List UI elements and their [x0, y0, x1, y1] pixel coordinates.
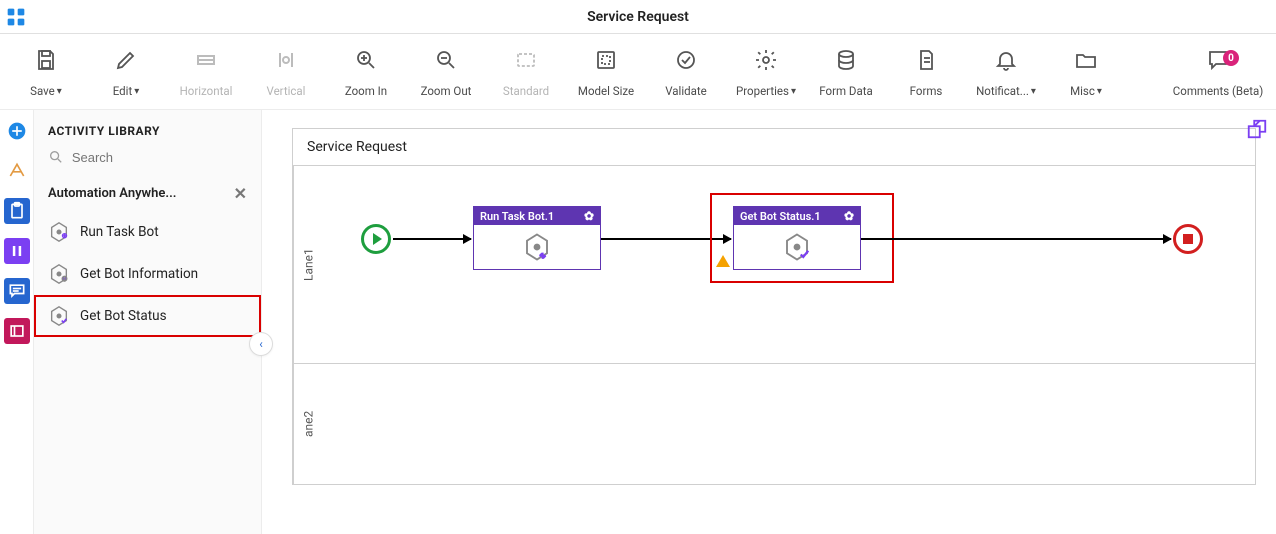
edit-button[interactable]: Edit▾ — [86, 38, 166, 98]
page-title: Service Request — [587, 9, 689, 25]
comment-icon: 0 — [1206, 46, 1230, 74]
activity-label: Get Bot Information — [80, 266, 198, 282]
lane-label: Lane1 — [293, 166, 323, 363]
flow-edge[interactable] — [393, 238, 471, 240]
node-title: Get Bot Status.1 — [740, 210, 821, 223]
task-node-get-bot-status[interactable]: Get Bot Status.1 ✿ — [733, 206, 861, 270]
bell-icon — [994, 46, 1018, 74]
comment-count-badge: 0 — [1223, 50, 1239, 66]
zoom-in-icon — [354, 46, 378, 74]
note-tool-button[interactable] — [4, 318, 30, 344]
hexagon-icon — [48, 305, 70, 327]
canvas[interactable]: Service Request Lane1 Run Task Bot.1 ✿ — [262, 110, 1276, 534]
folder-icon — [1074, 46, 1098, 74]
main-area: ACTIVITY LIBRARY Automation Anywhe... ✕ … — [0, 110, 1276, 534]
apps-menu-button[interactable] — [0, 0, 32, 34]
node-title: Run Task Bot.1 — [480, 210, 554, 223]
add-button[interactable] — [4, 118, 30, 144]
document-icon — [914, 46, 938, 74]
gear-icon[interactable]: ✿ — [844, 209, 854, 223]
toolbar: Save▾ Edit▾ Horizontal Vertical Zoom In … — [0, 34, 1276, 110]
activity-library-panel: ACTIVITY LIBRARY Automation Anywhe... ✕ … — [34, 110, 262, 534]
hexagon-icon — [522, 232, 552, 262]
standard-button: Standard — [486, 38, 566, 98]
database-icon — [834, 46, 858, 74]
process-container: Service Request Lane1 Run Task Bot.1 ✿ — [292, 128, 1256, 485]
comments-button[interactable]: 0 Comments (Beta) — [1166, 38, 1270, 98]
misc-button[interactable]: Misc▾ — [1046, 38, 1126, 98]
task-node-run-task-bot[interactable]: Run Task Bot.1 ✿ — [473, 206, 601, 270]
zoom-out-icon — [434, 46, 458, 74]
horizontal-layout-icon — [194, 46, 218, 74]
activity-item-run-task-bot[interactable]: Run Task Bot — [34, 211, 261, 253]
zoom-in-button[interactable]: Zoom In — [326, 38, 406, 98]
chat-tool-button[interactable] — [4, 278, 30, 304]
chevron-down-icon: ▾ — [1031, 86, 1036, 97]
save-icon — [34, 46, 58, 74]
chevron-down-icon: ▾ — [134, 86, 139, 97]
gear-icon — [754, 46, 778, 74]
close-group-icon[interactable]: ✕ — [234, 184, 247, 203]
hexagon-icon — [782, 232, 812, 262]
notifications-button[interactable]: Notificat...▾ — [966, 38, 1046, 98]
validate-button[interactable]: Validate — [646, 38, 726, 98]
forms-button[interactable]: Forms — [886, 38, 966, 98]
activity-label: Run Task Bot — [80, 224, 159, 240]
start-event-node[interactable] — [361, 224, 391, 254]
text-tool-button[interactable] — [4, 158, 30, 184]
standard-zoom-icon — [514, 46, 538, 74]
edit-icon — [114, 46, 138, 74]
chevron-down-icon: ▾ — [791, 86, 796, 97]
search-icon — [48, 148, 64, 166]
library-group-name: Automation Anywhe... — [48, 186, 176, 201]
validate-icon — [674, 46, 698, 74]
search-input[interactable] — [72, 150, 247, 165]
library-group-header[interactable]: Automation Anywhe... ✕ — [34, 176, 261, 211]
process-title: Service Request — [293, 129, 1255, 166]
expand-canvas-button[interactable] — [1246, 118, 1268, 144]
activity-label: Get Bot Status — [80, 308, 167, 324]
chevron-down-icon: ▾ — [1097, 86, 1102, 97]
app-header: Service Request — [0, 0, 1276, 34]
warning-icon — [716, 255, 730, 267]
chevron-down-icon: ▾ — [57, 86, 62, 97]
swimlane-1: Lane1 Run Task Bot.1 ✿ — [293, 166, 1255, 364]
horizontal-button: Horizontal — [166, 38, 246, 98]
zoom-out-button[interactable]: Zoom Out — [406, 38, 486, 98]
activity-item-get-bot-status[interactable]: Get Bot Status — [34, 295, 261, 337]
pause-tool-button[interactable] — [4, 238, 30, 264]
vertical-button: Vertical — [246, 38, 326, 98]
properties-button[interactable]: Properties▾ — [726, 38, 806, 98]
swimlane-2: ane2 — [293, 364, 1255, 484]
save-button[interactable]: Save▾ — [6, 38, 86, 98]
hexagon-icon — [48, 221, 70, 243]
clipboard-button[interactable] — [4, 198, 30, 224]
gear-icon[interactable]: ✿ — [584, 209, 594, 223]
hexagon-icon: i — [48, 263, 70, 285]
library-heading: ACTIVITY LIBRARY — [34, 110, 261, 148]
flow-edge[interactable] — [861, 238, 1171, 240]
model-size-icon — [594, 46, 618, 74]
form-data-button[interactable]: Form Data — [806, 38, 886, 98]
svg-text:i: i — [64, 277, 65, 283]
lane-label: ane2 — [293, 364, 323, 484]
end-event-node[interactable] — [1173, 224, 1203, 254]
activity-item-get-bot-info[interactable]: i Get Bot Information — [34, 253, 261, 295]
search-wrap — [34, 148, 261, 176]
vertical-layout-icon — [274, 46, 298, 74]
left-rail — [0, 110, 34, 534]
apps-grid-icon — [6, 7, 26, 27]
model-size-button[interactable]: Model Size — [566, 38, 646, 98]
